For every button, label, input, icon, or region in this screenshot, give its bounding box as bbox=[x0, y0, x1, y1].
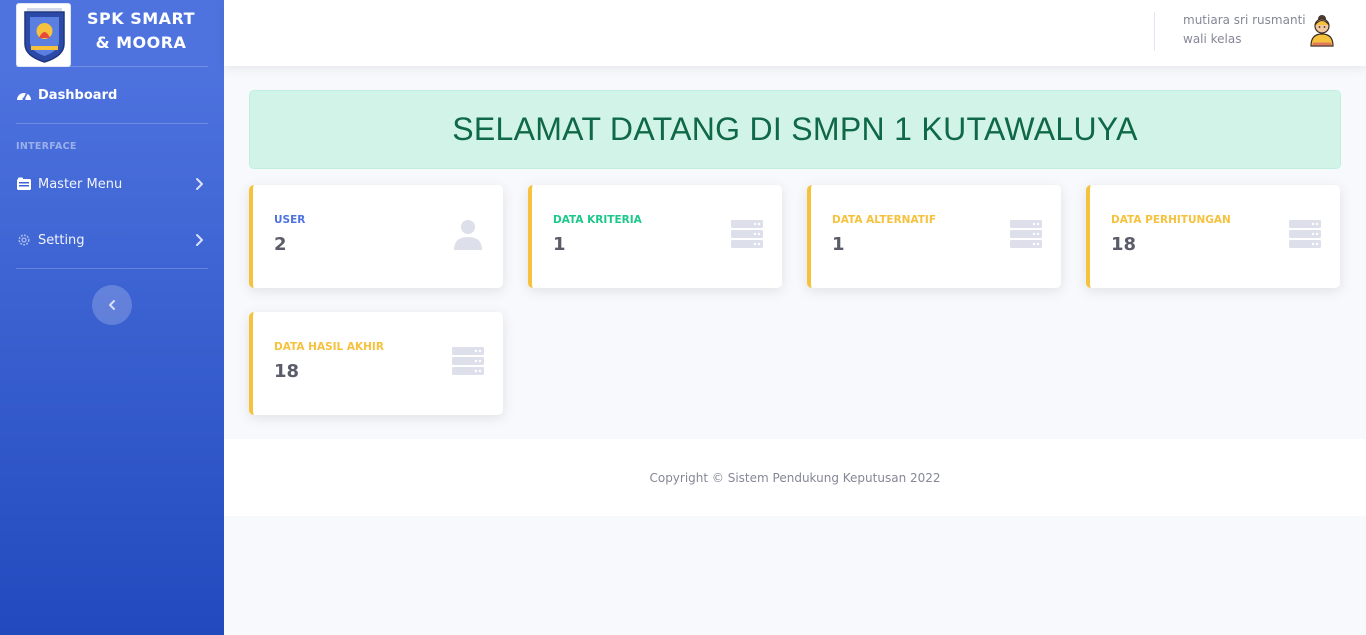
sidebar-divider bbox=[16, 66, 208, 67]
welcome-banner: SELAMAT DATANG DI SMPN 1 KUTAWALUYA bbox=[249, 90, 1341, 169]
server-icon bbox=[730, 217, 764, 251]
brand-title-line1: SPK SMART bbox=[86, 9, 196, 28]
topbar-divider bbox=[1154, 12, 1155, 51]
gear-icon bbox=[16, 232, 32, 248]
server-icon bbox=[1288, 217, 1322, 251]
card-value: 1 bbox=[832, 234, 845, 255]
sidebar-divider bbox=[16, 268, 208, 269]
stat-card-data-alternatif[interactable]: DATA ALTERNATIF 1 bbox=[807, 185, 1061, 288]
stat-card-user[interactable]: USER 2 bbox=[249, 185, 503, 288]
brand-title: SPK SMART & MOORA bbox=[86, 7, 196, 55]
sidebar-item-dashboard[interactable]: Dashboard bbox=[0, 75, 224, 115]
user-icon bbox=[451, 217, 485, 251]
card-value: 18 bbox=[1111, 234, 1137, 255]
sidebar-item-label: Setting bbox=[38, 232, 85, 248]
sidebar-item-setting[interactable]: Setting bbox=[0, 220, 224, 260]
server-icon bbox=[451, 344, 485, 378]
chevron-right-icon bbox=[192, 176, 206, 192]
stat-card-data-kriteria[interactable]: DATA KRITERIA 1 bbox=[528, 185, 782, 288]
folder-icon bbox=[16, 176, 32, 192]
tachometer-icon bbox=[16, 87, 32, 103]
chevron-left-icon bbox=[107, 296, 117, 315]
card-value: 18 bbox=[274, 361, 300, 382]
stat-card-data-perhitungan[interactable]: DATA PERHITUNGAN 18 bbox=[1086, 185, 1340, 288]
topbar: mutiara sri rusmanti wali kelas bbox=[224, 0, 1366, 66]
user-role[interactable]: wali kelas bbox=[1183, 32, 1242, 46]
welcome-text: SELAMAT DATANG DI SMPN 1 KUTAWALUYA bbox=[452, 111, 1138, 147]
card-label: DATA ALTERNATIF bbox=[832, 214, 936, 226]
user-avatar-icon[interactable] bbox=[1308, 13, 1336, 49]
sidebar-brand[interactable]: SPK SMART & MOORA bbox=[0, 0, 224, 67]
sidebar: SPK SMART & MOORA Dashboard INTERFACE Ma… bbox=[0, 0, 224, 635]
sidebar-item-label: Master Menu bbox=[38, 176, 123, 192]
sidebar-heading: INTERFACE bbox=[16, 141, 77, 152]
stat-card-data-hasil-akhir[interactable]: DATA HASIL AKHIR 18 bbox=[249, 312, 503, 415]
card-label: USER bbox=[274, 214, 306, 226]
school-crest-logo bbox=[16, 3, 71, 67]
sidebar-item-label: Dashboard bbox=[38, 87, 118, 103]
footer: Copyright © Sistem Pendukung Keputusan 2… bbox=[224, 439, 1366, 516]
server-icon bbox=[1009, 217, 1043, 251]
sidebar-item-master-menu[interactable]: Master Menu bbox=[0, 164, 224, 204]
card-value: 2 bbox=[274, 234, 287, 255]
copyright-text: Copyright © Sistem Pendukung Keputusan 2… bbox=[649, 470, 941, 485]
chevron-right-icon bbox=[192, 232, 206, 248]
user-name[interactable]: mutiara sri rusmanti bbox=[1183, 13, 1306, 27]
card-label: DATA HASIL AKHIR bbox=[274, 341, 384, 353]
card-value: 1 bbox=[553, 234, 566, 255]
sidebar-toggle-button[interactable] bbox=[92, 285, 132, 325]
sidebar-divider bbox=[16, 123, 208, 124]
card-label: DATA PERHITUNGAN bbox=[1111, 214, 1231, 226]
brand-title-line2: & MOORA bbox=[95, 33, 187, 52]
card-label: DATA KRITERIA bbox=[553, 214, 642, 226]
